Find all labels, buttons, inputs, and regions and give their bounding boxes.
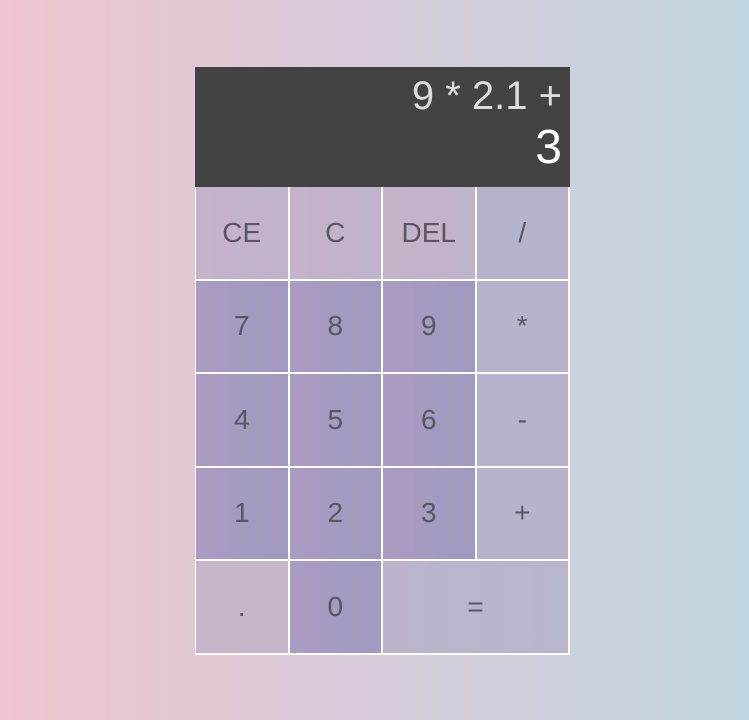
digit-3-button[interactable]: 3 [383, 467, 477, 561]
delete-button[interactable]: DEL [383, 187, 477, 281]
calculator-display: 9 * 2.1 + 3 [195, 67, 570, 187]
digit-5-button[interactable]: 5 [289, 374, 383, 468]
digit-4-button[interactable]: 4 [196, 374, 290, 468]
current-operand: 3 [535, 121, 562, 174]
clear-button[interactable]: C [289, 187, 383, 281]
decimal-point-button[interactable]: . [196, 561, 290, 655]
equals-button[interactable]: = [383, 561, 570, 655]
digit-2-button[interactable]: 2 [289, 467, 383, 561]
digit-0-button[interactable]: 0 [289, 561, 383, 655]
digit-1-button[interactable]: 1 [196, 467, 290, 561]
keypad: CE C DEL / 7 8 9 * 4 5 6 - 1 2 3 + . 0 = [195, 187, 570, 655]
calculator: 9 * 2.1 + 3 CE C DEL / 7 8 9 * 4 5 6 - 1… [195, 67, 570, 655]
subtract-button[interactable]: - [476, 374, 570, 468]
digit-6-button[interactable]: 6 [383, 374, 477, 468]
digit-7-button[interactable]: 7 [196, 280, 290, 374]
add-button[interactable]: + [476, 467, 570, 561]
multiply-button[interactable]: * [476, 280, 570, 374]
digit-9-button[interactable]: 9 [383, 280, 477, 374]
clear-entry-button[interactable]: CE [196, 187, 290, 281]
digit-8-button[interactable]: 8 [289, 280, 383, 374]
previous-operand: 9 * 2.1 + [411, 74, 562, 118]
divide-button[interactable]: / [476, 187, 570, 281]
